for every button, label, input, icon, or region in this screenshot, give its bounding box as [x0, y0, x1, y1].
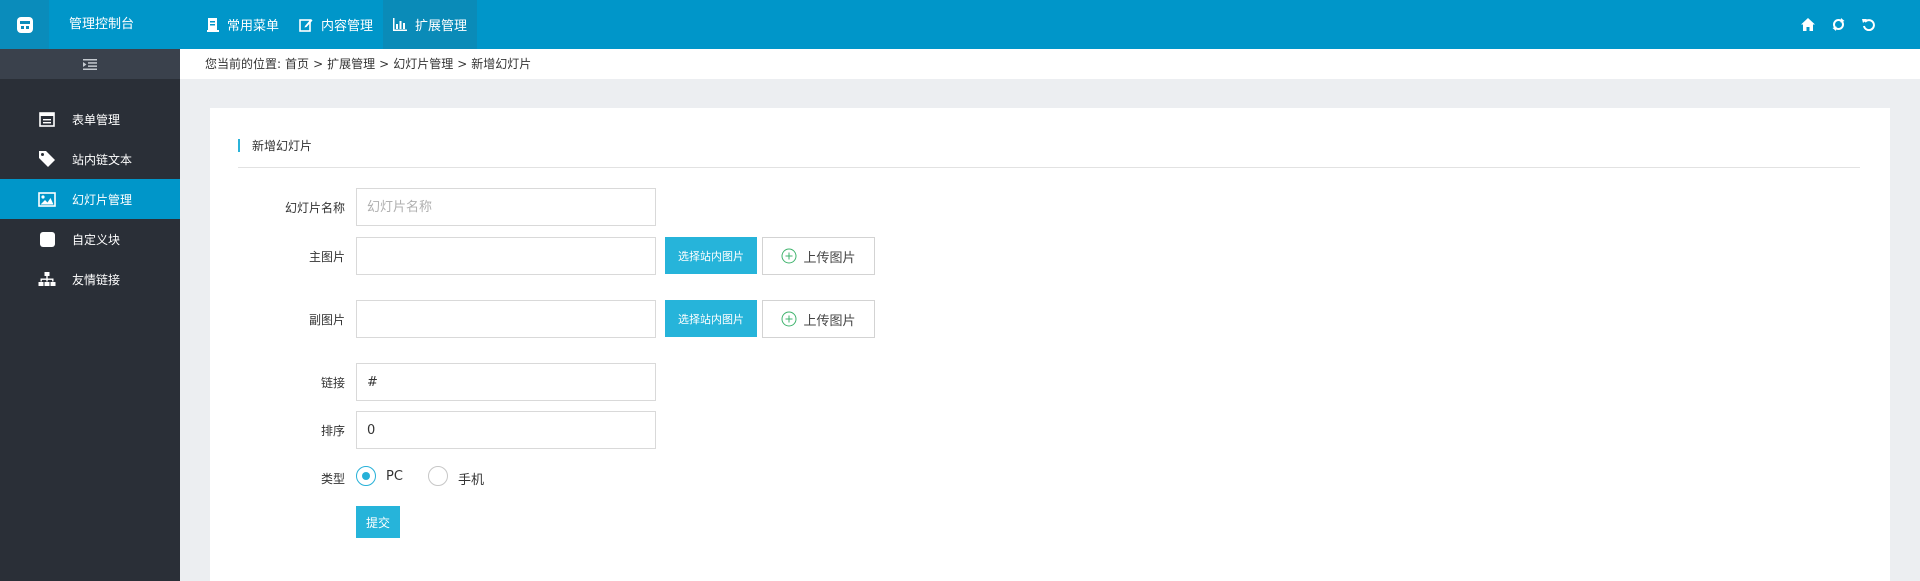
- undo-icon: [1862, 19, 1875, 31]
- sidebar-item-label: 自定义块: [72, 232, 121, 247]
- undo-button[interactable]: [1862, 18, 1875, 31]
- form-title: 新增幻灯片: [252, 139, 313, 153]
- sidebar-item-site-link-text[interactable]: 站内链文本: [0, 139, 180, 179]
- nav-label: 扩展管理: [415, 19, 468, 34]
- sidebar-item-slide-management[interactable]: 幻灯片管理: [0, 179, 180, 219]
- sort-input[interactable]: [356, 411, 656, 449]
- type-radio-mobile[interactable]: [428, 466, 448, 486]
- breadcrumb-item-home[interactable]: 首页: [285, 49, 309, 79]
- form-card: 新增幻灯片 幻灯片名称 主图片 选择站内图片 上传图片 副图片 选择站内图片 上…: [210, 108, 1890, 581]
- breadcrumb-separator: >: [457, 57, 468, 71]
- choose-site-image-button[interactable]: 选择站内图片: [665, 300, 757, 337]
- title-accent-bar: [238, 139, 240, 152]
- slide-name-input[interactable]: [356, 188, 656, 226]
- menu-collapse-icon: [83, 58, 97, 70]
- edit-icon: [299, 18, 313, 32]
- card-header: 新增幻灯片: [238, 136, 1860, 168]
- sidebar-menu: 表单管理 站内链文本 幻灯片管理 自定义块 友情链接: [0, 99, 180, 299]
- main-image-input[interactable]: [356, 237, 656, 275]
- nav-label: 常用菜单: [227, 19, 280, 34]
- nav-content-management[interactable]: 内容管理: [289, 0, 383, 49]
- sidebar-item-label: 站内链文本: [72, 152, 133, 167]
- sidebar-toggle[interactable]: [0, 49, 180, 79]
- type-label: 类型: [320, 472, 345, 486]
- upload-label: 上传图片: [803, 313, 856, 329]
- robot-icon: [16, 16, 33, 33]
- upload-image-button[interactable]: 上传图片: [762, 300, 875, 338]
- nav-common-menu[interactable]: 常用菜单: [197, 0, 289, 49]
- link-input[interactable]: [356, 363, 656, 401]
- breadcrumb-separator: >: [379, 57, 390, 71]
- upload-label: 上传图片: [803, 250, 856, 266]
- nav-extension-management[interactable]: 扩展管理: [383, 0, 478, 49]
- breadcrumb: 您当前的位置: 首页 > 扩展管理 > 幻灯片管理 > 新增幻灯片: [180, 49, 1920, 79]
- refresh-icon: [1832, 18, 1845, 31]
- main-image-label: 主图片: [308, 250, 345, 264]
- app-title: 管理控制台: [69, 17, 135, 32]
- sidebar-item-friend-links[interactable]: 友情链接: [0, 259, 180, 299]
- refresh-button[interactable]: [1832, 18, 1845, 31]
- sub-image-input[interactable]: [356, 300, 656, 338]
- document-icon: [207, 17, 219, 32]
- name-label: 幻灯片名称: [284, 201, 345, 215]
- app-logo[interactable]: [0, 0, 49, 49]
- plus-circle-icon: [781, 311, 797, 327]
- breadcrumb-item-slide-management[interactable]: 幻灯片管理: [393, 49, 453, 79]
- form-icon: [38, 110, 56, 128]
- breadcrumb-item-current: 新增幻灯片: [471, 57, 532, 71]
- image-icon: [38, 190, 56, 208]
- choose-site-image-button[interactable]: 选择站内图片: [665, 237, 757, 274]
- sidebar: 表单管理 站内链文本 幻灯片管理 自定义块 友情链接: [0, 49, 180, 581]
- submit-button[interactable]: 提交: [356, 506, 400, 538]
- breadcrumb-prefix: 您当前的位置:: [205, 57, 282, 71]
- top-nav: 常用菜单 内容管理 扩展管理: [197, 0, 478, 49]
- tag-icon: [38, 150, 56, 168]
- square-icon: [38, 230, 56, 248]
- top-right-tools: [1801, 0, 1875, 49]
- type-option-label: 手机: [458, 473, 485, 488]
- breadcrumb-separator: >: [313, 57, 324, 71]
- sub-image-label: 副图片: [308, 313, 345, 327]
- type-radio-pc[interactable]: [356, 466, 376, 486]
- sidebar-item-label: 友情链接: [72, 272, 121, 287]
- breadcrumb-item-extension[interactable]: 扩展管理: [327, 49, 375, 79]
- home-icon: [1801, 18, 1815, 31]
- top-bar: 管理控制台 常用菜单 内容管理 扩展管理: [0, 0, 1920, 49]
- sort-label: 排序: [320, 424, 345, 438]
- link-label: 链接: [320, 376, 345, 390]
- sidebar-item-label: 表单管理: [72, 112, 121, 127]
- bar-chart-icon: [393, 18, 408, 31]
- type-option-label: PC: [386, 469, 403, 484]
- plus-circle-icon: [781, 248, 797, 264]
- nav-label: 内容管理: [321, 19, 374, 34]
- sidebar-item-form-management[interactable]: 表单管理: [0, 99, 180, 139]
- upload-image-button[interactable]: 上传图片: [762, 237, 875, 275]
- home-button[interactable]: [1801, 18, 1815, 31]
- sidebar-item-label: 幻灯片管理: [72, 192, 133, 207]
- sitemap-icon: [38, 270, 56, 288]
- sidebar-item-custom-block[interactable]: 自定义块: [0, 219, 180, 259]
